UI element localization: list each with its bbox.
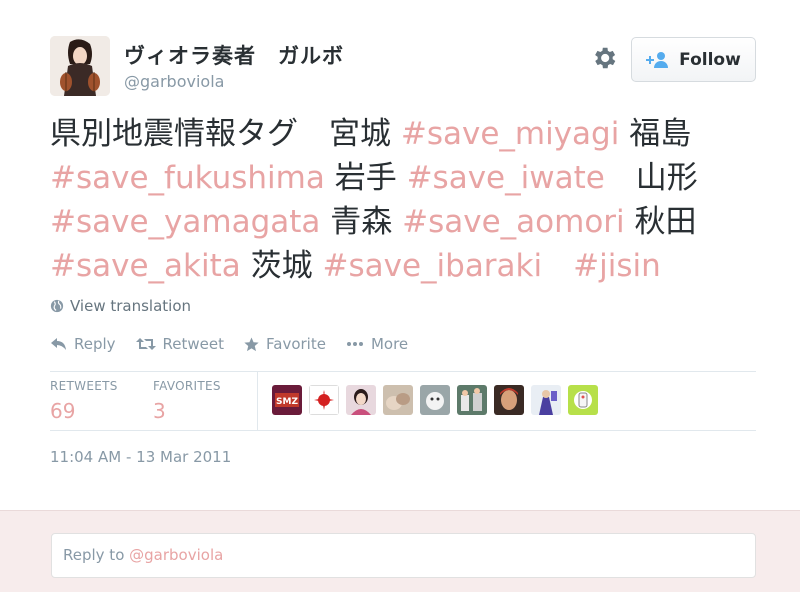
- retweets-stat[interactable]: RETWEETS 69: [50, 379, 118, 423]
- more-label: More: [370, 335, 409, 353]
- hashtag-link[interactable]: #save_ibaraki: [322, 248, 542, 284]
- tweet-card: ヴィオラ奏者 ガルボ @garboviola Follow 県別地震情報タグ 宮…: [0, 0, 800, 510]
- tweet-actions: Reply Retweet Favorite More: [50, 335, 428, 353]
- retweeter-avatar[interactable]: [531, 385, 561, 415]
- tweet-text-segment: 県別地震情報タグ 宮城: [50, 116, 401, 152]
- stats-separator: [257, 371, 258, 430]
- reply-label: Reply: [74, 335, 116, 353]
- retweeter-avatar[interactable]: [568, 385, 598, 415]
- favorite-label: Favorite: [266, 335, 326, 353]
- retweeter-avatar[interactable]: [457, 385, 487, 415]
- more-dots-icon: [346, 342, 363, 346]
- reply-handle: @garboviola: [129, 546, 224, 564]
- hashtag-link[interactable]: #jisin: [573, 248, 661, 284]
- retweeter-avatar[interactable]: [494, 385, 524, 415]
- hashtag-link[interactable]: #save_yamagata: [50, 204, 320, 240]
- view-translation-label: View translation: [70, 297, 192, 315]
- retweeter-avatar[interactable]: [346, 385, 376, 415]
- retweeter-avatar[interactable]: SMZ: [272, 385, 302, 415]
- tweet-timestamp[interactable]: 11:04 AM - 13 Mar 2011: [50, 448, 231, 466]
- tweet-stats: RETWEETS 69 FAVORITES 3 SMZ: [50, 371, 756, 430]
- retweet-button[interactable]: Retweet: [135, 335, 225, 353]
- tweet-text-line: #save_akita 茨城 #save_ibaraki #jisin: [50, 244, 770, 288]
- favorites-count: 3: [153, 399, 166, 423]
- gear-icon[interactable]: [590, 44, 618, 72]
- retweets-count: 69: [50, 399, 76, 423]
- tweet-text-segment: 秋田: [624, 204, 697, 240]
- retweeter-avatar[interactable]: [309, 385, 339, 415]
- follow-label: Follow: [679, 49, 741, 70]
- tweet-text: 県別地震情報タグ 宮城 #save_miyagi 福島 #save_fukushi…: [50, 112, 770, 288]
- hashtag-link[interactable]: #save_fukushima: [50, 160, 325, 196]
- reply-area: Reply to @garboviola: [0, 510, 800, 592]
- star-icon: [244, 336, 259, 351]
- favorite-button[interactable]: Favorite: [244, 335, 326, 353]
- more-button[interactable]: More: [346, 335, 408, 353]
- retweet-label: Retweet: [162, 335, 225, 353]
- retweeter-avatar-text: SMZ: [276, 397, 298, 407]
- reply-input[interactable]: Reply to @garboviola: [51, 533, 756, 578]
- hashtag-link[interactable]: #save_miyagi: [401, 116, 619, 152]
- tweet-text-line: 県別地震情報タグ 宮城 #save_miyagi 福島: [50, 112, 770, 156]
- tweet-text-segment: 岩手: [324, 160, 407, 196]
- follow-button[interactable]: Follow: [631, 37, 756, 82]
- retweeter-avatars: SMZ: [272, 385, 605, 415]
- reply-prefix: Reply to: [63, 546, 130, 564]
- tweet-text-line: #save_yamagata 青森 #save_aomori 秋田: [50, 200, 770, 244]
- retweet-icon: [135, 338, 156, 350]
- retweets-label: RETWEETS: [50, 379, 118, 393]
- retweeter-avatar[interactable]: [420, 385, 450, 415]
- author-handle[interactable]: @garboviola: [124, 72, 224, 91]
- retweeter-avatar[interactable]: [383, 385, 413, 415]
- favorites-stat[interactable]: FAVORITES 3: [153, 379, 221, 423]
- favorites-label: FAVORITES: [153, 379, 221, 393]
- reply-button[interactable]: Reply: [50, 335, 116, 353]
- divider: [50, 430, 756, 431]
- view-translation-link[interactable]: View translation: [50, 297, 191, 315]
- reply-icon: [51, 338, 66, 350]
- author-avatar[interactable]: [50, 36, 110, 96]
- tweet-text-segment: 福島: [619, 116, 692, 152]
- globe-icon: [50, 299, 64, 313]
- author-display-name[interactable]: ヴィオラ奏者 ガルボ: [124, 40, 344, 70]
- add-user-icon: [646, 51, 669, 68]
- tweet-text-segment: [542, 248, 573, 284]
- tweet-text-segment: 山形: [604, 160, 698, 196]
- tweet-text-segment: 青森: [320, 204, 403, 240]
- hashtag-link[interactable]: #save_iwate: [407, 160, 605, 196]
- tweet-text-line: #save_fukushima 岩手 #save_iwate 山形: [50, 156, 770, 200]
- hashtag-link[interactable]: #save_aomori: [402, 204, 625, 240]
- hashtag-link[interactable]: #save_akita: [50, 248, 241, 284]
- tweet-text-segment: 茨城: [240, 248, 323, 284]
